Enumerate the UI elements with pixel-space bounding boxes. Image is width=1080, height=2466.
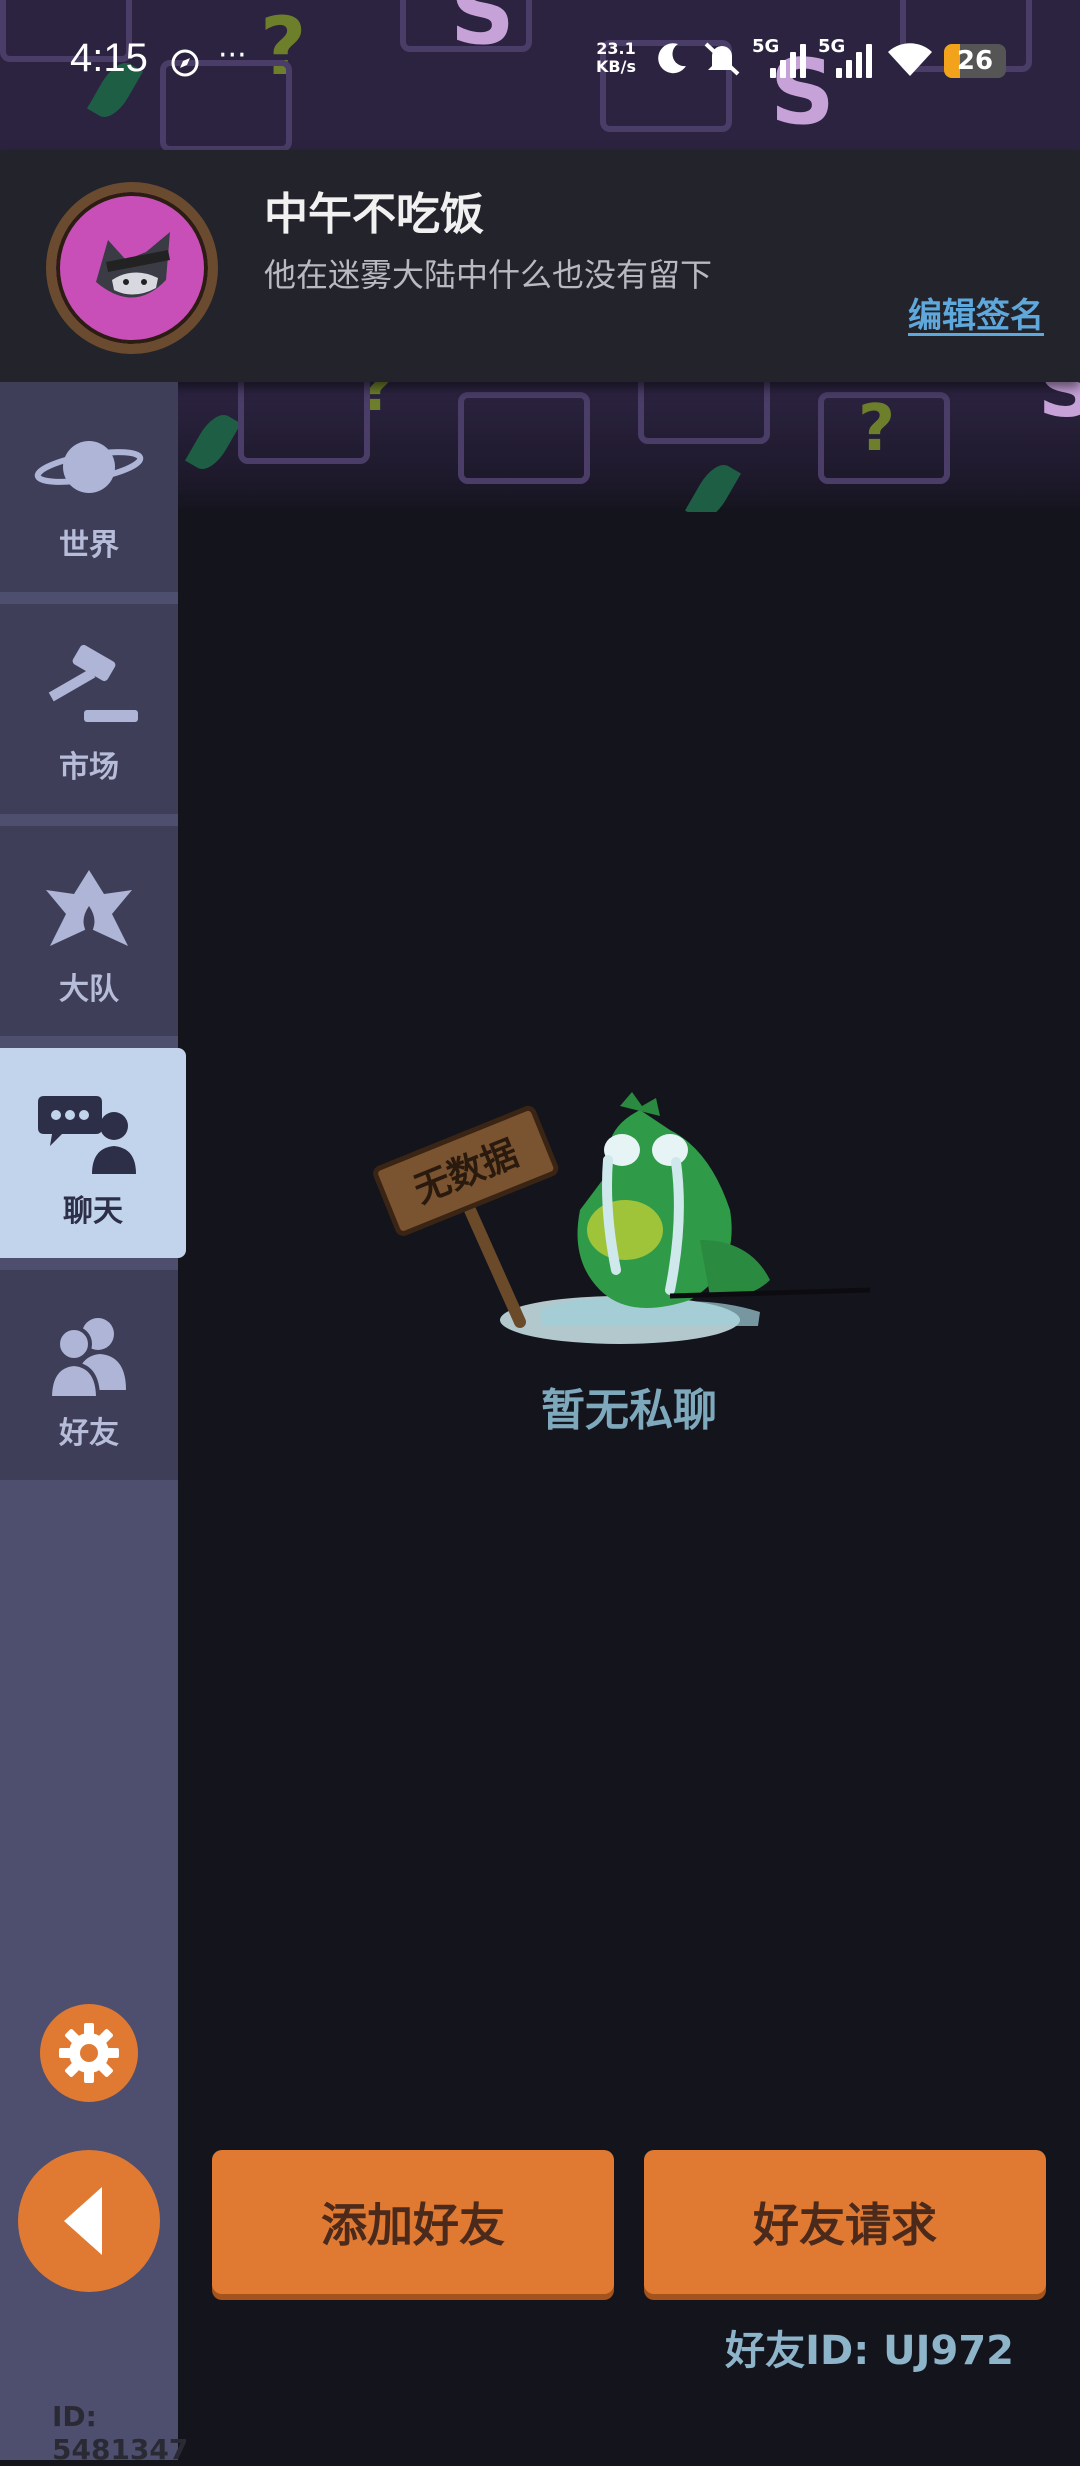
sidebar-item-market[interactable]: 市场 (0, 604, 178, 814)
wifi-icon (886, 40, 934, 86)
profile-name: 中午不吃饭 (264, 189, 484, 240)
add-friend-button[interactable]: 添加好友 (212, 2150, 614, 2294)
edit-signature-link[interactable]: 编辑签名 (908, 288, 1044, 337)
sidebar-item-team[interactable]: 大队 (0, 826, 178, 1036)
signal-2-bars-icon (836, 42, 876, 78)
sidebar: 世界 市场 大队 聊天 好友 ID: 5481347 (0, 382, 188, 2466)
friends-icon (47, 1318, 126, 1400)
profile-signature: 他在迷雾大陆中什么也没有留下 (264, 256, 713, 294)
status-bar: 4:15 ··· 23.1 KB/s 5G 5G 26 (0, 0, 1080, 130)
empty-state-message: 暂无私聊 (541, 1385, 717, 1436)
more-notifications-icon: ··· (218, 38, 247, 73)
signal-1-bars-icon (770, 42, 810, 78)
user-id-label: ID: 5481347 (52, 2400, 189, 2466)
planet-icon (34, 441, 144, 493)
profile-header: 中午不吃饭 他在迷雾大陆中什么也没有留下 编辑签名 (0, 150, 1080, 382)
gear-icon (59, 2023, 119, 2083)
do-not-disturb-moon-icon (652, 38, 692, 86)
crying-frog-no-data-illustration: 无数据 (373, 1092, 871, 1344)
friend-requests-button[interactable]: 好友请求 (644, 2150, 1046, 2294)
back-button[interactable] (18, 2150, 160, 2292)
backdrop-pattern-band: ? ? S (178, 382, 1080, 512)
masked-raccoon-avatar-icon (96, 232, 170, 298)
silent-bell-icon (700, 38, 744, 86)
avatar[interactable] (46, 182, 218, 354)
settings-button[interactable] (40, 2004, 138, 2102)
status-time: 4:15 (70, 36, 148, 80)
sidebar-item-world[interactable]: 世界 (0, 382, 178, 592)
battery-indicator: 26 (944, 44, 1006, 78)
network-speed: 23.1 KB/s (596, 39, 636, 76)
back-arrow-icon (64, 2187, 102, 2255)
gavel-icon (48, 644, 138, 722)
friend-id-label: 好友ID: UJ972 (725, 2328, 1014, 2374)
sidebar-item-friends[interactable]: 好友 (0, 1270, 178, 1480)
sidebar-item-chat[interactable]: 聊天 (0, 1048, 186, 1258)
chat-person-icon (38, 1096, 136, 1174)
compass-app-icon (170, 48, 200, 86)
team-emblem-icon (46, 870, 132, 946)
